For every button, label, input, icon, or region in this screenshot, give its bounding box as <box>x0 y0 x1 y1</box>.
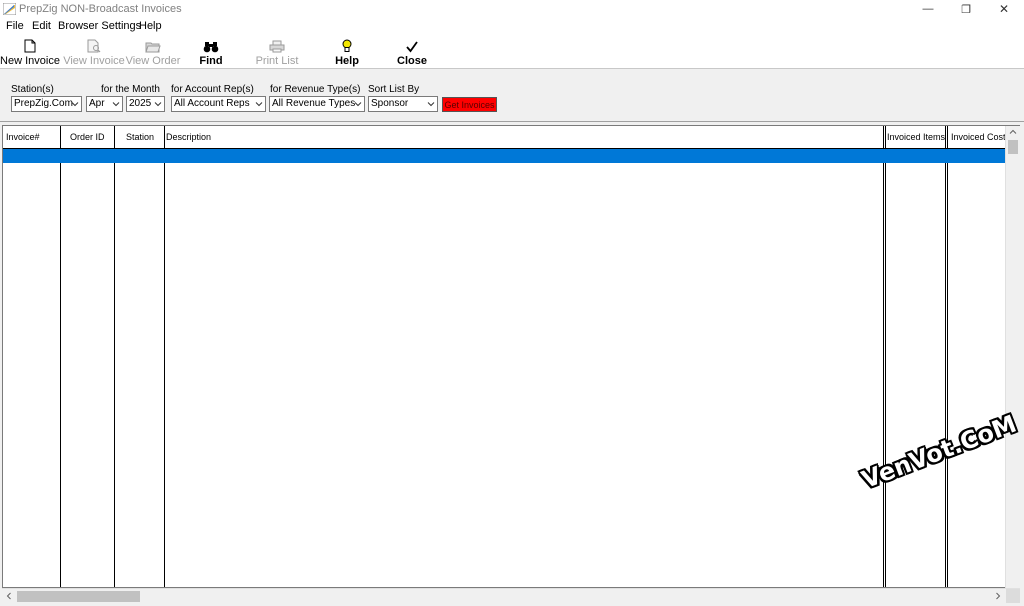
column-divider <box>114 126 115 587</box>
chevron-down-icon <box>354 102 362 107</box>
scroll-left-icon[interactable] <box>5 592 13 600</box>
stations-select[interactable]: PrepZig.Com <box>11 96 82 112</box>
month-select[interactable]: Apr <box>86 96 123 112</box>
grid-header: Invoice# Order ID Station Description In… <box>3 126 1019 149</box>
close-button[interactable]: Close <box>397 35 427 67</box>
view-invoice-button[interactable]: View Invoice <box>63 35 125 67</box>
horizontal-scrollbar[interactable] <box>2 588 1020 603</box>
close-window-button[interactable]: ✕ <box>986 0 1022 18</box>
column-divider <box>60 126 61 587</box>
column-divider <box>945 126 946 587</box>
scroll-up-icon[interactable] <box>1009 128 1017 136</box>
scrollbar-corner <box>1006 589 1020 603</box>
menu-file[interactable]: File <box>6 20 24 32</box>
year-value: 2025 <box>129 98 152 109</box>
title-bar: PrepZig NON-Broadcast Invoices — ❐ ✕ <box>0 0 1024 18</box>
chevron-down-icon <box>112 102 120 107</box>
column-header-invoice[interactable]: Invoice# <box>6 126 60 148</box>
minimize-icon: — <box>922 3 934 15</box>
chevron-down-icon <box>427 102 435 107</box>
revenue-types-label: for Revenue Type(s) <box>270 84 361 95</box>
chevron-down-icon <box>154 102 162 107</box>
filter-bar: Station(s) PrepZig.Com for the Month Apr… <box>0 70 1024 122</box>
new-invoice-button[interactable]: New Invoice <box>0 35 60 67</box>
binoculars-icon <box>203 37 219 53</box>
vertical-scroll-thumb[interactable] <box>1008 140 1018 154</box>
window-title: PrepZig NON-Broadcast Invoices <box>19 3 182 15</box>
new-invoice-label: New Invoice <box>0 55 60 67</box>
horizontal-scroll-thumb[interactable] <box>17 591 140 602</box>
month-label: for the Month <box>101 84 160 95</box>
toolbar: New Invoice View Invoice View Order Find… <box>0 35 1024 69</box>
restore-icon: ❐ <box>961 3 971 16</box>
column-header-description[interactable]: Description <box>166 126 866 148</box>
column-divider <box>885 126 886 587</box>
column-divider <box>947 126 948 587</box>
column-header-invoiced-cost[interactable]: Invoiced Cost <box>951 126 1009 148</box>
restore-button[interactable]: ❐ <box>948 0 984 18</box>
year-select[interactable]: 2025 <box>126 96 165 112</box>
view-order-button[interactable]: View Order <box>125 35 181 67</box>
get-invoices-button[interactable]: Get Invoices <box>442 97 497 112</box>
sort-list-label: Sort List By <box>368 84 420 95</box>
close-icon: ✕ <box>998 2 1010 16</box>
document-icon <box>24 37 36 53</box>
column-divider <box>883 126 884 587</box>
find-button[interactable]: Find <box>196 35 226 67</box>
column-header-order-id[interactable]: Order ID <box>70 126 114 148</box>
checkmark-icon <box>406 37 418 53</box>
printer-icon <box>269 37 285 53</box>
column-header-station[interactable]: Station <box>126 126 164 148</box>
invoice-grid[interactable]: Invoice# Order ID Station Description In… <box>2 125 1020 588</box>
account-reps-select[interactable]: All Account Reps <box>171 96 266 112</box>
menu-browser-settings[interactable]: Browser Settings <box>58 20 141 32</box>
menu-edit[interactable]: Edit <box>32 20 51 32</box>
scroll-right-icon[interactable] <box>994 592 1002 600</box>
revenue-types-value: All Revenue Types <box>272 98 356 109</box>
stations-label: Station(s) <box>11 84 54 95</box>
lightbulb-icon <box>342 37 352 53</box>
sort-list-value: Sponsor <box>371 98 409 109</box>
document-view-icon <box>87 37 101 53</box>
menu-bar: File Edit Browser Settings Help <box>0 18 1024 35</box>
stations-value: PrepZig.Com <box>14 98 73 109</box>
find-label: Find <box>199 55 223 67</box>
print-list-button[interactable]: Print List <box>254 35 300 67</box>
help-button[interactable]: Help <box>334 35 360 67</box>
chevron-down-icon <box>71 102 79 107</box>
folder-icon <box>145 37 161 53</box>
chevron-down-icon <box>255 102 263 107</box>
account-reps-value: All Account Reps <box>174 98 250 109</box>
revenue-types-select[interactable]: All Revenue Types <box>269 96 365 112</box>
minimize-button[interactable]: — <box>910 0 946 18</box>
close-label: Close <box>397 55 427 67</box>
selected-table-row[interactable] <box>3 149 1007 163</box>
column-divider <box>164 126 165 587</box>
sort-list-select[interactable]: Sponsor <box>368 96 438 112</box>
vertical-scrollbar[interactable] <box>1005 126 1020 588</box>
print-list-label: Print List <box>255 55 299 67</box>
app-icon <box>3 3 16 15</box>
menu-help[interactable]: Help <box>139 20 162 32</box>
month-value: Apr <box>89 98 105 109</box>
view-order-label: View Order <box>125 55 181 67</box>
view-invoice-label: View Invoice <box>63 55 125 67</box>
column-header-invoiced-items[interactable]: Invoiced Items <box>887 126 945 148</box>
help-label: Help <box>335 55 359 67</box>
account-reps-label: for Account Rep(s) <box>171 84 254 95</box>
